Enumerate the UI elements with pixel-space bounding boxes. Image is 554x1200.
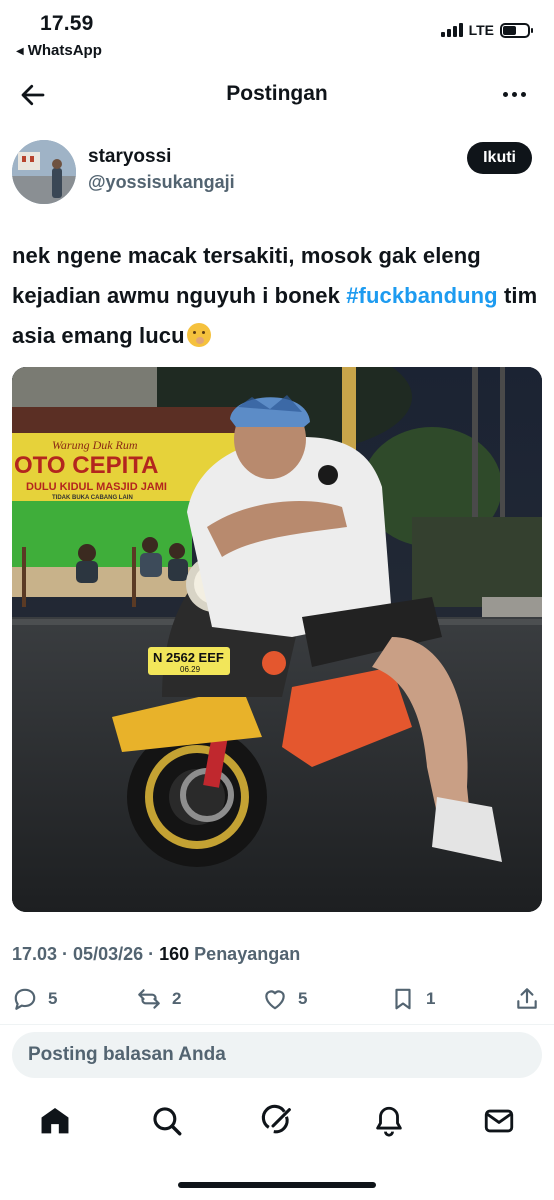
sign-line4: TIDAK BUKA CABANG LAIN xyxy=(52,495,133,501)
search-icon[interactable] xyxy=(150,1104,184,1138)
tweet-text: nek ngene macak tersakiti, mosok gak ele… xyxy=(12,236,542,356)
back-to-app-link[interactable]: ◀ WhatsApp xyxy=(16,42,102,59)
meta-separator: · xyxy=(143,944,160,964)
share-button[interactable] xyxy=(514,986,540,1012)
repost-count: 2 xyxy=(172,989,182,1008)
follow-button[interactable]: Ikuti xyxy=(467,142,532,174)
sign-line2: OTO CEPITA xyxy=(14,452,158,479)
author-handle[interactable]: @yossisukangaji xyxy=(88,172,235,193)
meta-separator: · xyxy=(57,944,74,964)
reply-icon xyxy=(14,988,36,1010)
views-count: 160 xyxy=(159,944,190,964)
author-name[interactable]: staryossi xyxy=(88,146,171,168)
author-row: staryossi @yossisukangaji Ikuti xyxy=(0,138,554,210)
status-indicators: LTE xyxy=(440,22,533,38)
views-label: Penayangan xyxy=(189,944,301,964)
sign-line1: Warung Duk Rum xyxy=(52,438,138,452)
status-time: 17.59 xyxy=(40,12,94,35)
back-app-label: WhatsApp xyxy=(27,42,102,59)
bell-icon[interactable] xyxy=(372,1104,406,1138)
post-header: Postingan xyxy=(0,66,554,124)
heart-icon xyxy=(265,990,285,1010)
bookmark-count: 1 xyxy=(426,989,436,1008)
reply-input[interactable]: Posting balasan Anda xyxy=(12,1032,542,1078)
plate-sub: 06.29 xyxy=(180,665,201,674)
action-bar: 5 2 5 1 xyxy=(0,986,554,1020)
post-meta: 17.03 · 05/03/26 · 160 Penayangan xyxy=(12,944,300,965)
status-bar: 17.59 ◀ WhatsApp LTE xyxy=(0,0,554,66)
page-title: Postingan xyxy=(226,82,328,105)
signal-icon xyxy=(440,23,463,37)
battery-icon xyxy=(500,22,533,38)
divider xyxy=(0,1024,554,1025)
bookmark-icon xyxy=(395,988,411,1010)
grok-icon[interactable] xyxy=(261,1104,295,1138)
home-icon[interactable] xyxy=(38,1104,72,1138)
reply-placeholder: Posting balasan Anda xyxy=(28,1044,226,1065)
bottom-nav xyxy=(0,1098,554,1148)
face-with-hand-over-mouth-emoji-icon xyxy=(186,323,211,347)
repost-icon xyxy=(138,989,160,1009)
like-count: 5 xyxy=(298,989,308,1008)
bookmark-button[interactable]: 1 xyxy=(390,986,435,1012)
network-label: LTE xyxy=(468,22,494,38)
mail-icon[interactable] xyxy=(482,1104,516,1138)
post-image[interactable]: Warung Duk Rum OTO CEPITA DULU KIDUL MAS… xyxy=(12,367,542,912)
repost-button[interactable]: 2 xyxy=(136,986,181,1012)
more-icon[interactable] xyxy=(503,92,526,97)
share-icon xyxy=(517,988,537,1009)
like-button[interactable]: 5 xyxy=(262,986,307,1012)
sign-line3: DULU KIDUL MASJID JAMI xyxy=(26,481,167,493)
home-indicator xyxy=(178,1182,376,1188)
reply-button[interactable]: 5 xyxy=(12,986,57,1012)
post-time: 17.03 xyxy=(12,944,58,964)
plate-number: N 2562 EEF xyxy=(153,650,224,665)
avatar[interactable] xyxy=(12,140,76,204)
post-date: 05/03/26 xyxy=(73,944,144,964)
reply-count: 5 xyxy=(48,989,58,1008)
hashtag-link[interactable]: #fuckbandung xyxy=(346,283,498,308)
back-triangle-icon: ◀ xyxy=(16,46,24,57)
